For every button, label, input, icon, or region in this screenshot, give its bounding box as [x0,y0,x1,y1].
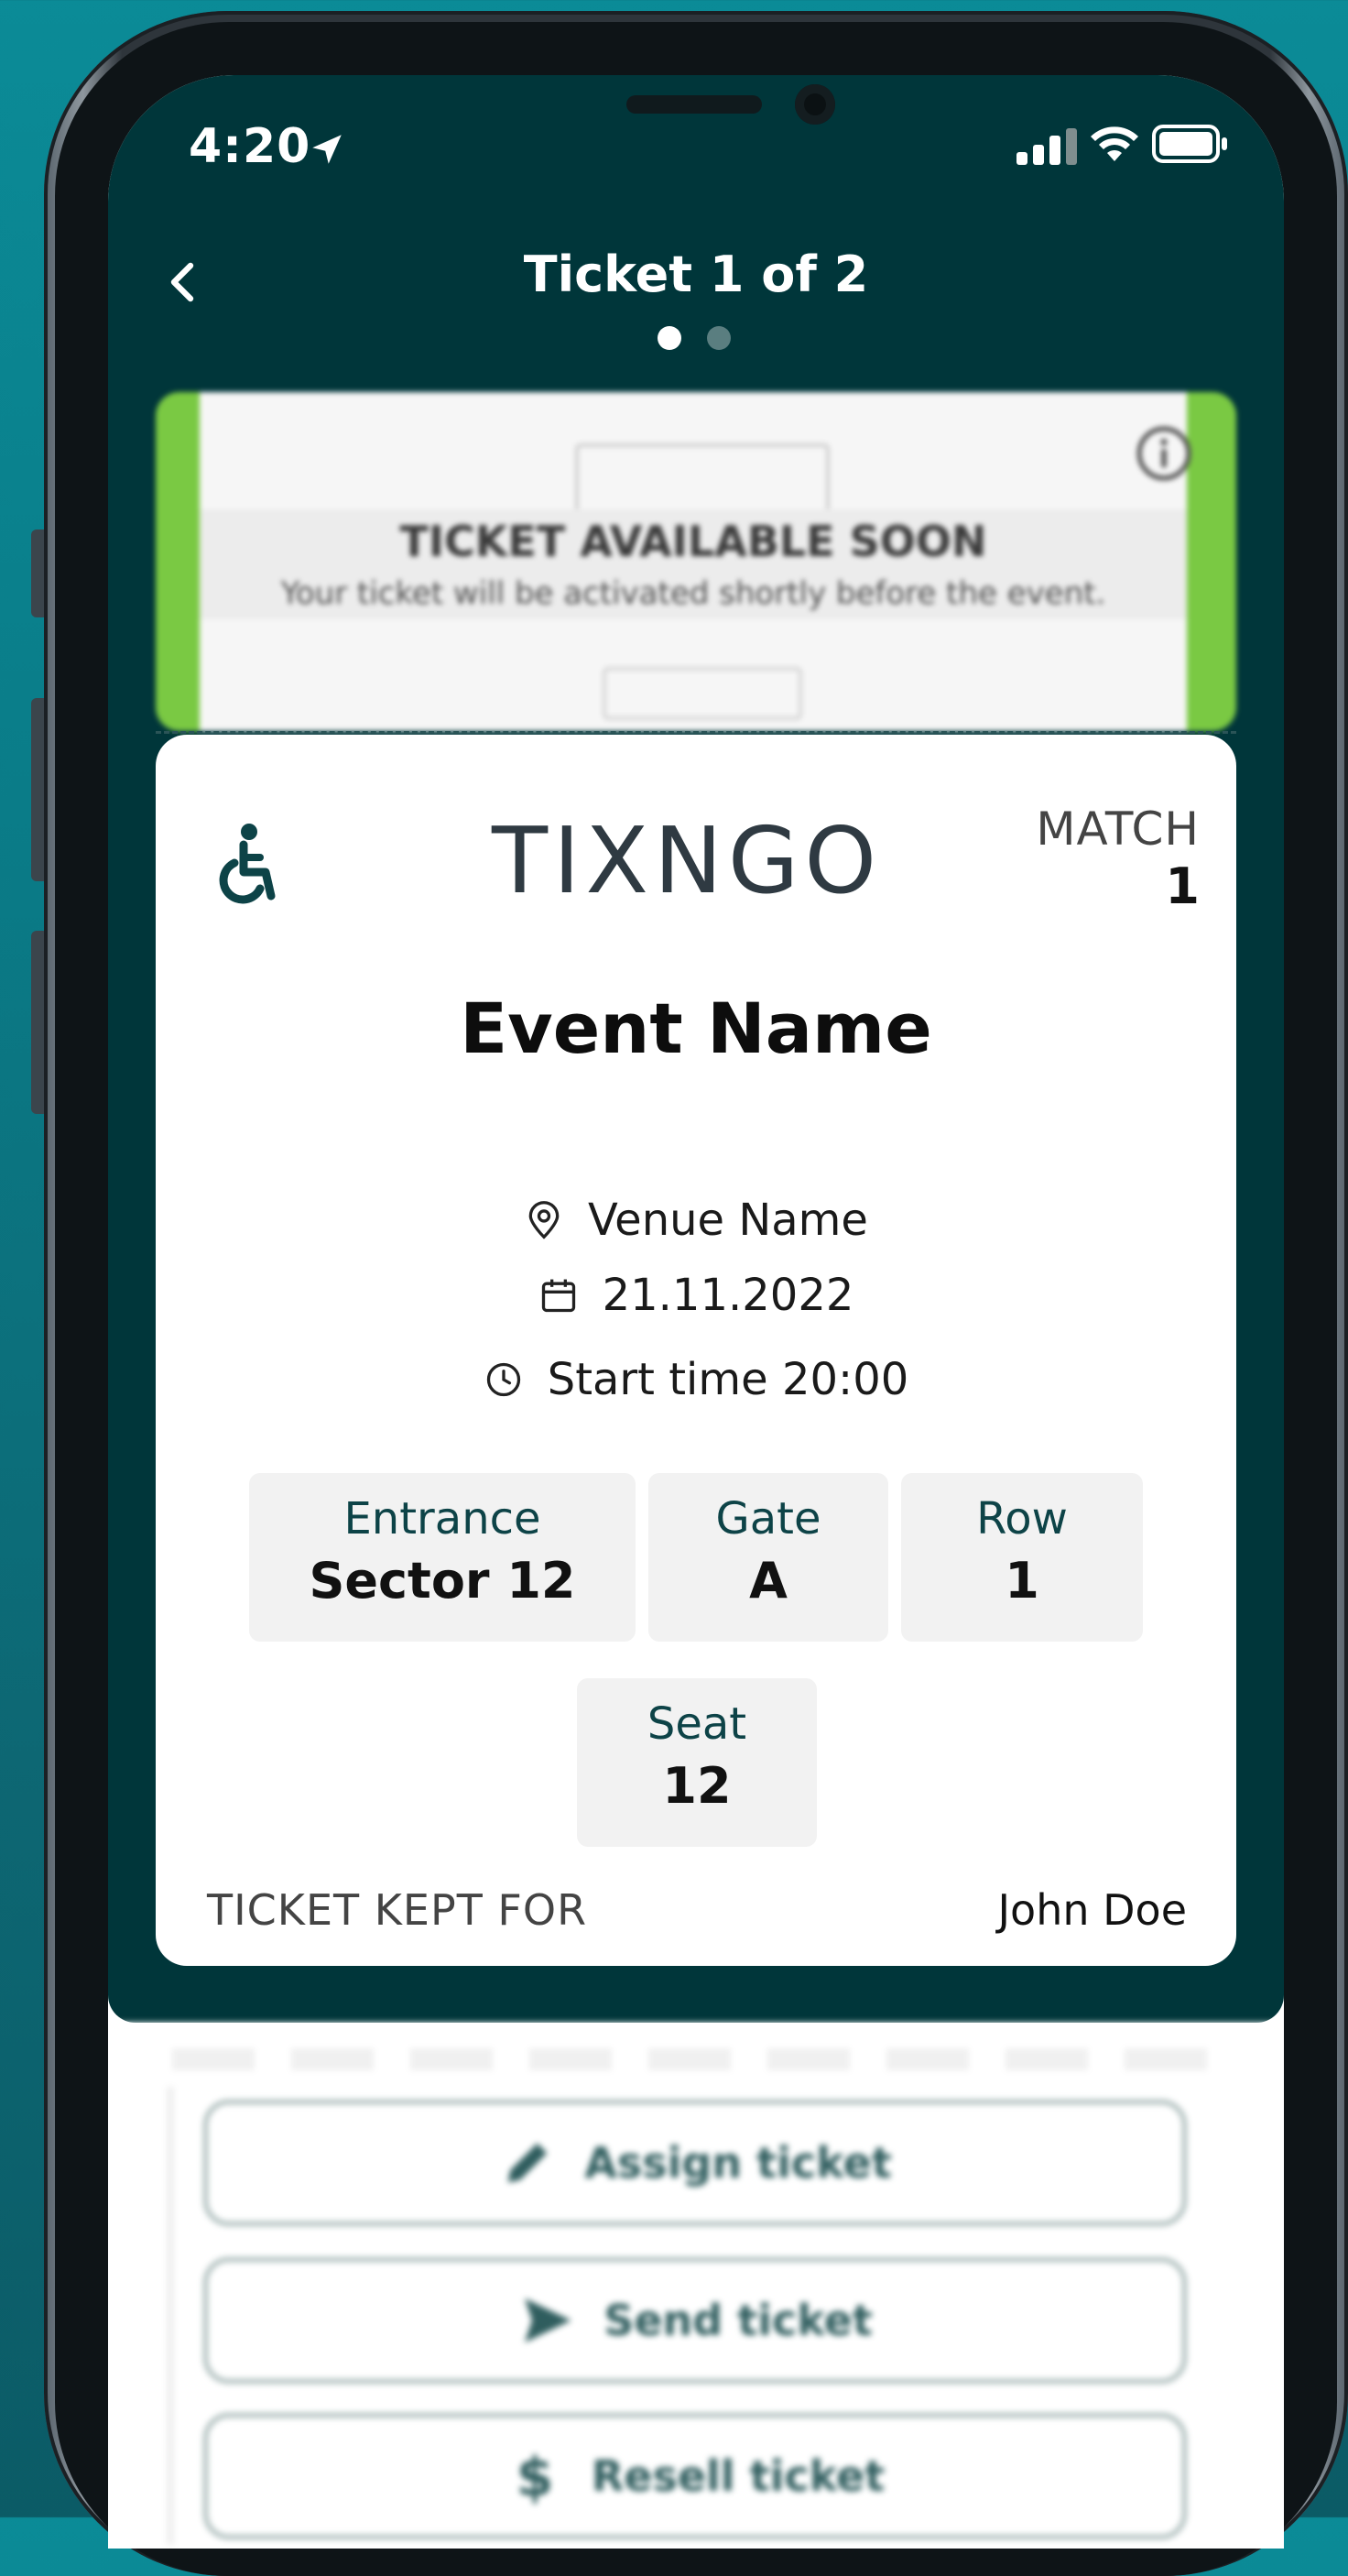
wheelchair-accessibility-icon [219,824,276,904]
event-date: 21.11.2022 [602,1270,854,1321]
resell-ticket-button[interactable]: $ Resell ticket [203,2413,1187,2539]
event-name: Event Name [460,988,932,1069]
banner-subtitle: Your ticket will be activated shortly be… [280,575,1106,612]
front-camera [795,84,835,125]
ticket-barcode-placeholder: TICKET AVAILABLE SOON Your ticket will b… [156,392,1236,731]
row-box: Row 1 [901,1473,1143,1642]
wifi-icon [1091,126,1138,161]
brand-logo: TIXNGO [491,807,883,914]
entrance-label: Entrance [343,1493,541,1545]
speaker-grille [626,95,762,114]
info-icon[interactable] [1136,425,1192,482]
date-row: 21.11.2022 [156,1270,1236,1321]
gate-label: Gate [715,1493,821,1545]
resell-ticket-label: Resell ticket [591,2451,886,2501]
location-pin-icon [528,1201,560,1239]
svg-text:$: $ [516,2447,553,2505]
ticket-actions: Assign ticket Send ticket $ Resell ticke… [108,2023,1284,2549]
clock-icon [486,1362,520,1397]
banner-title: TICKET AVAILABLE SOON [399,517,987,566]
send-ticket-button[interactable]: Send ticket [203,2257,1187,2384]
assign-ticket-button[interactable]: Assign ticket [203,2100,1187,2226]
location-arrow-icon [312,135,342,164]
page-dot-2[interactable] [707,326,731,350]
ticket-kept-for-label: TICKET KEPT FOR [207,1885,588,1935]
barcode-ghost-lower [603,667,802,720]
ticket-card: TIXNGO MATCH 1 Event Name Venue Name 21.… [156,735,1236,1966]
row-label: Row [976,1493,1068,1545]
row-value: 1 [1005,1552,1039,1610]
cellular-signal-icon [1016,128,1077,165]
status-time: 4:20 [189,119,311,174]
seat-box: Seat 12 [577,1678,817,1847]
volume-down-button [31,931,44,1114]
gate-value: A [749,1552,788,1610]
pencil-icon [507,2143,548,2183]
page-indicator[interactable] [658,326,731,350]
send-ticket-label: Send ticket [603,2296,873,2345]
start-time: Start time 20:00 [547,1354,909,1405]
ticket-holder-name: John Doe [997,1885,1187,1935]
match-label: MATCH [1036,802,1200,856]
perforation-divider [156,731,1236,734]
dollar-icon: $ [516,2447,553,2505]
page-title: Ticket 1 of 2 [523,246,869,303]
seat-value: 12 [662,1757,732,1815]
match-number: 1 [1165,857,1200,915]
gate-box: Gate A [648,1473,888,1642]
volume-up-button [31,698,44,881]
seat-label: Seat [647,1698,747,1750]
entrance-value: Sector 12 [309,1552,576,1610]
battery-icon [1152,125,1227,163]
mute-switch [31,529,44,617]
assign-ticket-label: Assign ticket [584,2138,892,2188]
send-icon [525,2298,571,2342]
time-row: Start time 20:00 [156,1354,1236,1405]
venue-row: Venue Name [156,1195,1236,1246]
entrance-box: Entrance Sector 12 [249,1473,636,1642]
page-dot-1[interactable] [658,326,681,350]
calendar-icon [541,1279,575,1313]
venue-name: Venue Name [588,1195,868,1246]
phone-screen: 4:20 Ticket 1 of 2 TICKET AVAILABLE SOON… [108,75,1284,2549]
